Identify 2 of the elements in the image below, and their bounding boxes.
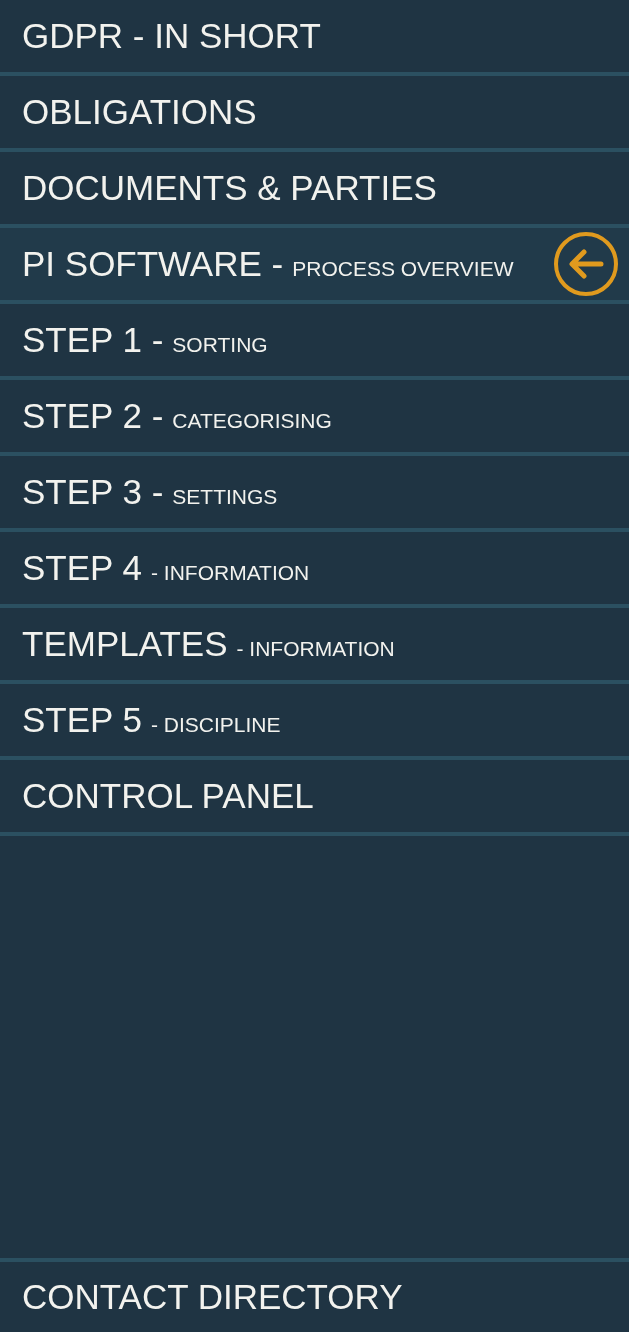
menu-item[interactable]: PI SOFTWARE - PROCESS OVERVIEW <box>0 228 629 304</box>
menu-item[interactable]: CONTACT DIRECTORY <box>0 1258 629 1332</box>
